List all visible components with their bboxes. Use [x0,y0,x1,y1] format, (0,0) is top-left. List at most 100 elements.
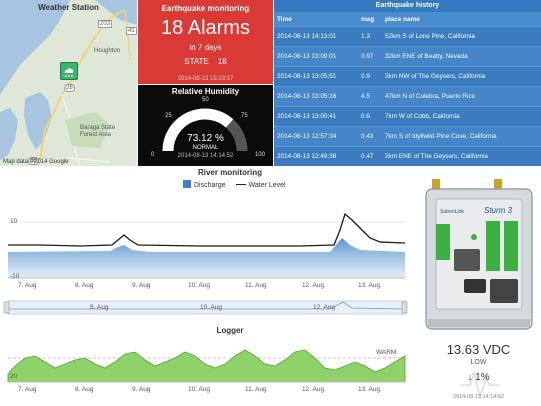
history-row[interactable]: 2014-08-13 13:09:01 0.97 32km ENE of Beatt… [274,46,541,67]
row-mag: 0.43 [358,126,382,147]
device-trend: ↓ 1% [467,372,490,383]
history-table: Time mag place name 2014-08-13 14:13:01 1… [274,12,541,166]
row-place: 52km S of Lone Pine, California [382,26,541,47]
row-place: 2km ENE of The Geysers, California [382,146,541,166]
river-x-tick: 12. Aug [302,282,325,289]
earthquake-monitoring-panel: Earthquake monitoring 18 Alarms in 7 day… [138,0,273,84]
navigator-x-tick: 8. Aug [90,304,109,311]
row-place: 7km W of Cobb, California [382,106,541,127]
humidity-panel: Relative Humidity 50 25 75 0 100 73.12 %… [138,85,273,166]
gauge-label-75: 75 [241,113,248,119]
row-time: 2014-08-13 13:09:01 [274,46,358,67]
map-route-41: 41 [126,27,137,35]
sturm3-device-image: Sturm 3 SutronLink [425,179,533,330]
row-mag: 0.97 [358,46,382,67]
map-route-203: 203 [98,20,113,28]
device-name-text: Sturm 3 [484,206,513,215]
water-level-swatch [235,184,246,185]
row-mag: 1.3 [358,26,382,47]
eq-timestamp: 2014-08-13 15:13:27 [177,76,234,82]
river-y-tick-10: 10 [10,218,18,225]
humidity-status: NORMAL [192,145,219,151]
logger-x-tick: 10. Aug [188,386,211,393]
river-x-tick: 8. Aug [75,282,94,289]
row-place: 47km N of Culebra, Puerto Rico [382,86,541,107]
legend-water-level: Water Level [248,182,286,189]
device-panel: Sturm 3 SutronLink 13.63 VDC LOW ↓ 1% 20… [416,175,541,406]
logger-area[interactable] [7,349,406,383]
device-brand-text: SutronLink [440,209,464,215]
river-x-tick: 9. Aug [132,282,151,289]
navigator-handle-left[interactable] [3,301,10,314]
map-label-forest: Baraga State Forest Area [80,125,116,138]
eq-state: STATE 18 [138,57,273,66]
logger-x-tick: 12. Aug [302,386,325,393]
map-label-houghton: Houghton [94,48,121,54]
river-x-tick: 11. Aug [245,282,267,289]
row-time: 2014-08-13 14:13:01 [274,26,358,47]
logger-title: Logger [216,326,244,335]
cloud-icon [64,68,74,77]
history-title: Earthquake history [274,0,541,12]
row-place: 2km NW of The Geysers, California [382,66,541,87]
humidity-value: 73.12 % [187,133,224,144]
alarm-period: in 7 days [189,43,222,52]
warm-label: WARM [376,349,397,356]
history-row[interactable]: 2014-08-13 13:05:16 4.5 47km N of Culebra,… [274,86,541,107]
logger-x-tick: 9. Aug [132,386,151,393]
navigator-handle-right[interactable] [401,301,408,314]
row-time: 2014-08-13 12:57:34 [274,126,358,147]
row-place: 7km S of Idyllwild-Pine Cove, California [382,126,541,147]
discharge-area[interactable] [8,238,405,278]
logger-x-tick: 13. Aug [358,386,381,393]
history-row[interactable]: 2014-08-13 14:13:01 1.3 52km S of Lone Pin… [274,26,541,47]
navigator-x-tick: 12. Aug [313,304,336,311]
row-time: 2014-08-13 13:05:51 [274,66,358,87]
alarm-count: 18 Alarms [161,17,250,39]
river-x-tick: 7. Aug [18,282,37,289]
history-row[interactable]: 2014-08-13 13:05:51 0.9 2km NW of The Geys… [274,66,541,87]
col-place[interactable]: place name [382,12,541,27]
row-mag: 0.9 [358,66,382,87]
gauge-label-25: 25 [165,113,172,119]
map-canvas [0,0,137,166]
row-time: 2014-08-13 13:05:16 [274,86,358,107]
map-attribution: Map data ©2014 Google [3,159,69,165]
discharge-swatch [183,180,191,188]
row-time: 2014-08-13 13:00:41 [274,106,358,127]
col-mag[interactable]: mag [358,12,382,27]
row-mag: 4.5 [358,86,382,107]
weather-station-map[interactable]: Weather Station Houghton Baraga State Fo… [0,0,137,166]
logger-x-tick: 8. Aug [75,386,94,393]
weather-station-icon[interactable] [60,62,78,80]
river-legend[interactable]: Discharge Water Level [183,180,286,189]
row-mag: 0.47 [358,146,382,166]
gauge-label-50: 50 [202,97,209,103]
state-label: STATE [184,57,209,66]
device-level: LOW [470,359,487,366]
eq-title: Earthquake monitoring [161,4,250,13]
river-y-tick-neg10: -10 [10,273,20,280]
history-row[interactable]: 2014-08-13 12:57:34 0.43 7km S of Idyllwil… [274,126,541,147]
legend-discharge: Discharge [194,182,226,189]
history-row[interactable]: 2014-08-13 12:49:38 0.47 2km ENE of The Ge… [274,146,541,166]
river-title: River monitoring [197,168,262,177]
logger-x-tick: 11. Aug [245,386,267,393]
map-route-26: 26 [64,84,75,92]
logger-x-tick: 7. Aug [18,386,37,393]
humidity-title: Relative Humidity [171,87,240,96]
history-header-row: Time mag place name [274,12,541,27]
device-voltage: 13.63 VDC [446,342,511,357]
map-title: Weather Station [38,3,99,12]
river-chart[interactable] [0,190,410,315]
col-time[interactable]: Time [274,12,358,27]
row-time: 2014-08-13 12:49:38 [274,146,358,166]
history-row[interactable]: 2014-08-13 13:00:41 0.6 7km W of Cobb, Cal… [274,106,541,127]
humidity-timestamp: 2014-08-13 14:14:52 [177,153,234,159]
navigator-x-tick: 10. Aug [200,304,223,311]
logger-y-tick-20: 20 [10,373,18,380]
row-place: 32km ENE of Beatty, Nevada [382,46,541,67]
river-x-tick: 13. Aug [358,282,381,289]
logger-chart[interactable] [0,338,410,386]
device-timestamp: 2014-08-13 14:14:52 [452,394,505,400]
